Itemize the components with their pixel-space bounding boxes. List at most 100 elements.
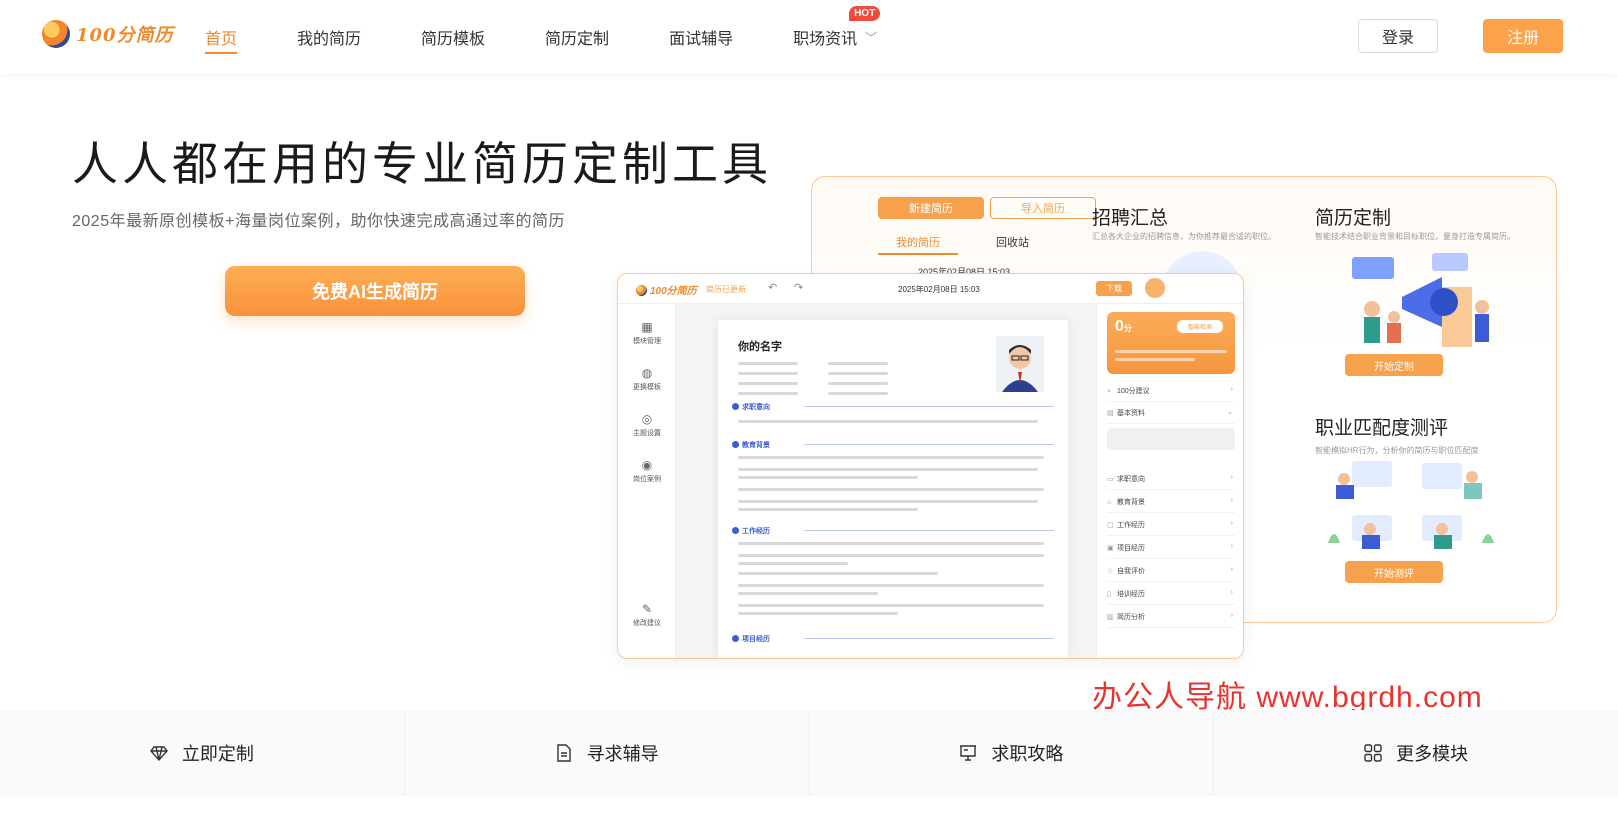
nav-item-interview[interactable]: 面试辅导	[669, 0, 733, 74]
section-job-intention: 求职意向	[732, 402, 770, 412]
match-test-illustration	[1322, 457, 1502, 557]
nav-item-templates[interactable]: 简历模板	[421, 0, 485, 74]
login-button[interactable]: 登录	[1358, 19, 1438, 53]
section-work: 工作经历	[732, 526, 770, 536]
text-placeholder	[828, 392, 888, 395]
nav-item-home[interactable]: 首页	[205, 0, 238, 74]
nav-label: 简历定制	[545, 31, 610, 48]
feature-job-guide[interactable]: 求职攻略	[810, 710, 1215, 796]
chevron-down-icon: ﹀	[865, 30, 878, 45]
nav-item-my-resume[interactable]: 我的简历	[297, 0, 361, 74]
text-placeholder	[738, 508, 918, 511]
tab-recycle-bin[interactable]: 回收站	[996, 234, 1029, 250]
panel-item-self-eval[interactable]: ☆ 自我评价 ›	[1107, 566, 1235, 582]
nav-label: 我的简历	[297, 31, 362, 48]
undo-icon[interactable]: ↶	[768, 281, 777, 294]
grid-icon	[1364, 744, 1382, 762]
folder-icon: ▣	[1107, 545, 1114, 552]
feature-bar: 立即定制 寻求辅导 求职攻略 更多模块	[0, 710, 1618, 796]
presentation-icon	[959, 744, 977, 762]
sidebar-item-modules[interactable]: ▦ 模块管理	[618, 320, 676, 346]
target-icon: ◉	[641, 458, 653, 472]
text-placeholder	[828, 372, 888, 375]
chevron-right-icon: ›	[1230, 612, 1233, 619]
star-icon: ☆	[1107, 568, 1114, 575]
logo-mark-icon	[42, 20, 70, 48]
text-placeholder	[738, 612, 898, 615]
hero-title: 人人都在用的专业简历定制工具	[72, 138, 772, 190]
text-placeholder	[738, 372, 798, 375]
card-title-recruit: 招聘汇总	[1092, 208, 1169, 229]
nav-label: 简历模板	[421, 31, 486, 48]
tab-my-resume[interactable]: 我的简历	[878, 234, 958, 255]
new-resume-button[interactable]: 新建简历	[878, 197, 984, 219]
text-placeholder	[738, 592, 878, 595]
palette-icon: ◍	[641, 366, 653, 380]
text-placeholder	[738, 468, 1038, 471]
feature-customize-now[interactable]: 立即定制	[0, 710, 405, 796]
nav-item-career-news[interactable]: 职场资讯 ﹀ HOT	[793, 0, 881, 74]
text-placeholder	[738, 500, 1038, 503]
editor-timestamp: 2025年02月08日 15:03	[898, 285, 980, 294]
text-placeholder	[828, 382, 888, 385]
section-divider	[804, 530, 1054, 531]
avatar[interactable]	[1145, 278, 1165, 298]
card-desc-recruit: 汇总各大企业的招聘信息，为你推荐最合适的职位。	[1092, 232, 1276, 241]
card-title-match-test: 职业匹配度测评	[1315, 418, 1449, 439]
sidebar-item-template[interactable]: ◍ 更换模板	[618, 366, 676, 392]
card-desc-match-test: 智能模拟HR行为，分析你的简历与职位匹配度	[1315, 446, 1479, 455]
feature-more-modules[interactable]: 更多模块	[1214, 710, 1618, 796]
text-placeholder	[1115, 358, 1195, 361]
download-button[interactable]: 下载	[1096, 281, 1132, 296]
book-icon: ▯	[1107, 591, 1111, 598]
chevron-right-icon: ›	[1230, 497, 1233, 504]
text-placeholder	[1115, 350, 1227, 353]
smart-check-button[interactable]: 智能检测	[1177, 320, 1223, 333]
top-header: 100分简历 首页 我的简历 简历模板 简历定制 面试辅导 职场资讯 ﹀ HOT…	[0, 0, 1618, 74]
megaphone-illustration	[1332, 247, 1502, 353]
text-placeholder	[738, 362, 798, 365]
nav-item-customize[interactable]: 简历定制	[545, 0, 609, 74]
resume-name: 你的名字	[738, 341, 782, 353]
chart-icon: ▥	[1107, 614, 1114, 621]
hero-subtitle: 2025年最新原创模板+海量岗位案例，助你快速完成高通过率的简历	[72, 213, 565, 230]
site-logo[interactable]: 100分简历	[42, 20, 174, 48]
text-placeholder	[738, 392, 798, 395]
panel-item-basic-info[interactable]: ▤ 基本资料 ⌄	[1107, 408, 1235, 424]
panel-item-work[interactable]: ▢ 工作经历 ›	[1107, 520, 1235, 536]
import-resume-button[interactable]: 导入简历	[990, 197, 1096, 219]
resume-document[interactable]: 你的名字 求职意向 教育背景 工作经历 项目经历	[718, 320, 1068, 658]
feature-seek-coaching[interactable]: 寻求辅导	[405, 710, 810, 796]
cap-icon: ⌂	[1107, 499, 1112, 506]
sidebar-item-label: 主题设置	[633, 430, 661, 437]
section-divider	[804, 638, 1054, 639]
sidebar-item-cases[interactable]: ◉ 岗位案例	[618, 458, 676, 484]
chevron-right-icon: ›	[1230, 566, 1233, 573]
text-placeholder	[738, 554, 1044, 557]
redo-icon[interactable]: ↷	[794, 281, 803, 294]
section-project: 项目经历	[732, 634, 770, 644]
text-placeholder	[738, 420, 1038, 423]
start-customize-button[interactable]: 开始定制	[1345, 354, 1443, 376]
text-placeholder	[738, 476, 918, 479]
panel-item-suggestions[interactable]: ⌕ 100分建议 ›	[1107, 386, 1235, 402]
text-placeholder	[828, 362, 888, 365]
panel-item-training[interactable]: ▯ 培训经历 ›	[1107, 589, 1235, 605]
sidebar-item-theme[interactable]: ◎ 主题设置	[618, 412, 676, 438]
resume-editor-preview: 100分简历 简历已更新 ↶ ↷ 2025年02月08日 15:03 下载 ▦ …	[617, 273, 1244, 659]
editor-toolbar: 100分简历 简历已更新 ↶ ↷ 2025年02月08日 15:03 下载	[618, 274, 1243, 304]
grid-icon: ▦	[641, 320, 653, 334]
section-divider	[804, 444, 1054, 445]
panel-item-project[interactable]: ▣ 项目经历 ›	[1107, 543, 1235, 559]
chevron-right-icon: ›	[1230, 386, 1233, 393]
free-ai-resume-button[interactable]: 免费AI生成简历	[225, 266, 525, 316]
panel-item-education[interactable]: ⌂ 教育背景 ›	[1107, 497, 1235, 513]
text-placeholder	[738, 562, 848, 565]
start-test-button[interactable]: 开始测评	[1345, 561, 1443, 583]
feature-label: 更多模块	[1396, 744, 1469, 764]
register-button[interactable]: 注册	[1483, 19, 1563, 53]
sidebar-item-suggestions[interactable]: ✎ 修改建议	[618, 602, 676, 628]
panel-item-analysis[interactable]: ▥ 简历分析 ›	[1107, 612, 1235, 628]
panel-item-intention[interactable]: ▭ 求职意向 ›	[1107, 474, 1235, 490]
text-placeholder	[738, 572, 938, 575]
